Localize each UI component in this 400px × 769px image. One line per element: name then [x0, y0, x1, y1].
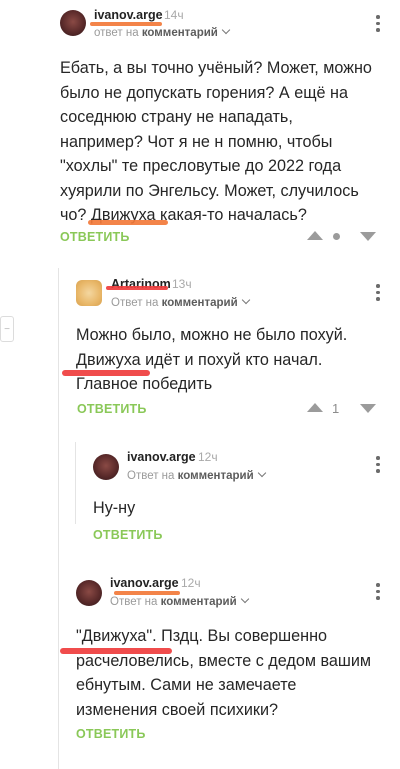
comment-author[interactable]: ivanov.arge	[94, 8, 163, 22]
downvote-icon[interactable]	[360, 232, 376, 241]
avatar[interactable]	[76, 580, 102, 606]
reply-button[interactable]: ОТВЕТИТЬ	[93, 528, 163, 542]
comment-author[interactable]: ivanov.arge	[127, 450, 196, 464]
comment-text: "Движуха". Пздц. Вы совершенно расчелове…	[76, 627, 372, 719]
avatar[interactable]	[76, 280, 102, 306]
avatar[interactable]	[60, 10, 86, 36]
more-options-icon[interactable]	[375, 284, 381, 301]
comment-time: 14ч	[164, 8, 184, 22]
thread-line-level-1	[58, 268, 59, 769]
chevron-down-icon	[240, 594, 249, 604]
rating-dot	[333, 233, 340, 240]
reply-to-link[interactable]: Ответ на комментарий	[111, 295, 250, 309]
comment-time: 12ч	[181, 576, 201, 590]
upvote-icon[interactable]	[307, 231, 323, 240]
comment-text: Ебать, а вы точно учёный? Может, можно б…	[60, 59, 372, 224]
comment-time: 13ч	[172, 277, 192, 291]
comment-text: Ну-ну	[93, 499, 136, 517]
comment-time: 12ч	[198, 450, 218, 464]
thread-line-level-2	[75, 442, 76, 524]
comment-author[interactable]: ivanov.arge	[110, 576, 179, 590]
chevron-down-icon	[221, 25, 231, 35]
reply-button[interactable]: ОТВЕТИТЬ	[60, 230, 130, 244]
reply-to-link[interactable]: Ответ на комментарий	[110, 594, 249, 608]
chevron-down-icon	[241, 295, 250, 305]
highlight-marker	[114, 591, 180, 595]
highlight-marker	[62, 370, 150, 376]
more-options-icon[interactable]	[375, 15, 381, 32]
upvote-icon[interactable]	[307, 403, 323, 412]
downvote-icon[interactable]	[360, 404, 376, 413]
comment-text: Можно было, можно не было похуй. Движуха…	[76, 326, 348, 393]
collapse-thread-button[interactable]: −	[0, 316, 14, 342]
highlight-marker	[106, 286, 168, 290]
more-options-icon[interactable]	[375, 583, 381, 600]
chevron-down-icon	[257, 468, 266, 478]
highlight-marker	[88, 220, 168, 225]
reply-to-link[interactable]: Ответ на комментарий	[127, 468, 266, 482]
more-options-icon[interactable]	[375, 456, 381, 473]
avatar[interactable]	[93, 454, 119, 480]
reply-button[interactable]: ОТВЕТИТЬ	[76, 727, 146, 741]
rating-count: 1	[332, 401, 340, 416]
reply-button[interactable]: ОТВЕТИТЬ	[77, 402, 147, 416]
highlight-marker	[90, 22, 162, 26]
highlight-marker	[60, 648, 172, 654]
reply-to-link[interactable]: ответ на комментарий	[94, 25, 231, 39]
